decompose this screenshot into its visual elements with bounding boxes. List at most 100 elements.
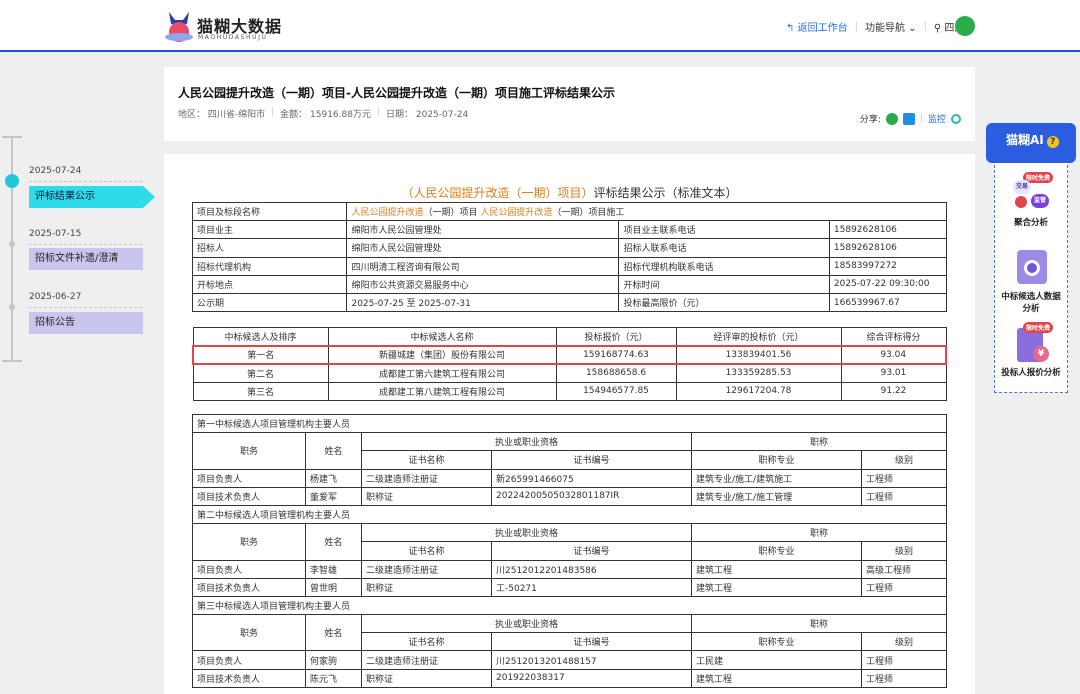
table-header-row: 中标候选人及排序 中标候选人名称 投标报价（元） 经评审的投标价（元） 综合评标… (192, 326, 947, 347)
table-cell: 201922038317 (491, 668, 692, 688)
table-row: 第二名 成都建工第六建筑工程有限公司 158688658.6 133359285… (192, 363, 947, 383)
column-header: 级别 (861, 450, 947, 470)
table-row: 项目业主 绵阳市人民公园管理处 项目业主联系电话 15892628106 (191, 220, 948, 240)
location-pin-icon: ⚲ (933, 23, 942, 34)
table-row: 第一中标候选人项目管理机构主要人员 (192, 413, 947, 434)
column-header: 职称专业 (691, 632, 862, 652)
help-icon[interactable]: ? (1046, 136, 1059, 148)
table-cell: 李智雄 (305, 559, 362, 579)
table-cell: 人民公园提升改造（一期）项目 人民公园提升改造（一期）项目施工 (346, 201, 947, 222)
column-header: 姓名 (305, 614, 362, 652)
timeline-item-result[interactable]: 评标结果公示 (29, 186, 143, 208)
ai-tile-label: 聚合分析 (1013, 218, 1048, 228)
target-analysis-icon (1011, 246, 1051, 286)
ai-tile-candidate-analysis[interactable]: 中标候选人数据分析 (998, 246, 1064, 314)
aggregate-analysis-icon: 限时免费 交易 监管 (1011, 172, 1054, 212)
table-cell: 15892628106 (828, 220, 948, 240)
table-cell: 新疆城建（集团）股份有限公司 (327, 344, 557, 365)
logo-subtitle: MAOHUDASHUJU (198, 34, 268, 41)
table-cell: 项目技术负责人 (192, 668, 306, 688)
column-header: 经评审的投标价（元） (675, 326, 842, 347)
function-nav-dropdown[interactable]: 功能导航 ⌄ (865, 19, 917, 34)
target-decoration (1024, 260, 1040, 276)
table-cell: 二级建造师注册证 (361, 650, 492, 670)
logo[interactable]: 猫糊大数据 MAOHUDASHUJU (163, 8, 283, 46)
wechat-share-icon[interactable] (885, 112, 898, 125)
table-cell: 2025-07-22 09:30:00 (828, 274, 948, 294)
table-cell: 杨建飞 (305, 468, 362, 488)
chip-trade: 交易 (1013, 180, 1031, 194)
column-header: 职称专业 (691, 541, 862, 561)
chip-regulation: 监管 (1031, 194, 1049, 208)
monitor-pin-icon[interactable] (951, 113, 961, 124)
table-cell: 成都建工第六建筑工程有限公司 (327, 363, 557, 383)
column-header: 职称 (691, 523, 947, 543)
project-meta: 地区： 四川省-绵阳市 | 金额： 15916.88万元 | 日期： 2025-… (178, 107, 468, 120)
column-header: 证书名称 (361, 450, 492, 470)
table-row: 招标人 绵阳市人民公园管理处 招标人联系电话 15892628106 (191, 238, 948, 258)
table-cell: 133839401.56 (675, 344, 842, 365)
amount-text: 金额： 15916.88万元 (280, 110, 371, 120)
table-cell: 工民建 (691, 650, 862, 670)
table-cell: 曾世明 (305, 577, 362, 597)
table-cell: 建筑工程 (691, 559, 862, 579)
timeline-item-announcement[interactable]: 招标公告 (29, 312, 143, 334)
table-row: 项目负责人 杨建飞 二级建造师注册证 新265991466075 建筑专业/施工… (192, 468, 947, 488)
table-cell: 川2512013201488157 (491, 650, 692, 670)
back-label: 返回工作台 (797, 23, 848, 34)
table-cell: 20224200505032801187IR (491, 486, 692, 506)
column-header: 中标候选人名称 (327, 326, 557, 347)
table-cell: 第一名 (192, 344, 329, 365)
table-cell: 15892628106 (828, 238, 948, 258)
table-cell: 93.01 (840, 363, 947, 383)
table-row: 公示期 2025-07-25 至 2025-07-31 投标最高限价（元） 16… (191, 292, 948, 313)
yen-icon: ¥ (1033, 346, 1049, 362)
table-row: 招标代理机构 四川明清工程咨询有限公司 招标代理机构联系电话 185839972… (191, 256, 948, 276)
table-cell: 工-50271 (491, 577, 692, 597)
table-cell: 工程师 (861, 577, 947, 597)
pc-share-icon[interactable] (902, 112, 915, 125)
back-workspace-link[interactable]: ↰ 返回工作台 (786, 19, 848, 34)
table-cell: 职称证 (361, 668, 492, 688)
table-cell: 开标时间 (618, 274, 830, 294)
function-nav-label: 功能导航 (864, 23, 905, 34)
table-cell: 工程师 (861, 486, 947, 506)
column-header: 职称 (691, 614, 947, 634)
table-header-row: 职务 姓名 执业或职业资格 职称 (192, 523, 947, 561)
ai-panel-header[interactable]: 猫糊AI? (986, 123, 1076, 163)
table-row: 第三中标候选人项目管理机构主要人员 (192, 595, 947, 616)
column-header: 级别 (861, 541, 947, 561)
share-bar: 分享: | 监控 (860, 112, 961, 125)
table-row: 开标地点 绵阳市公共资源交易服务中心 开标时间 2025-07-22 09:30… (191, 274, 948, 294)
date-text: 日期： 2025-07-24 (386, 110, 469, 120)
column-header: 姓名 (305, 432, 362, 470)
ai-title: 猫糊AI (1006, 133, 1044, 147)
table-cell: 高级工程师 (861, 559, 947, 579)
table-header-row: 职务 姓名 执业或职业资格 职称 (192, 432, 947, 470)
region-text: 地区： 四川省-绵阳市 (178, 110, 266, 120)
ai-tile-bid-price[interactable]: ¥ 限时免费 投标人报价分析 (998, 322, 1064, 378)
free-badge: 限时免费 (1023, 322, 1054, 333)
table-cell: 项目及标段名称 (191, 201, 348, 222)
table-cell: 招标代理机构 (191, 256, 348, 276)
folder-icon[interactable] (955, 16, 975, 36)
table-cell: 项目技术负责人 (192, 577, 306, 597)
timeline-dash (29, 181, 142, 182)
column-header: 姓名 (305, 523, 362, 561)
table-row: 项目技术负责人 董爱军 职称证 20224200505032801187IR 建… (192, 486, 947, 506)
table-cell: 2025-07-25 至 2025-07-31 (346, 292, 620, 313)
monitor-link[interactable]: 监控 (928, 112, 946, 125)
divider: | (923, 21, 927, 32)
timeline-dash (29, 244, 142, 245)
ai-tile-aggregate[interactable]: 限时免费 交易 监管 聚合分析 (998, 172, 1064, 228)
table-cell: 建筑工程 (691, 577, 862, 597)
table-cell: 项目负责人 (192, 468, 306, 488)
table-header-row: 职务 姓名 执业或职业资格 职称 (192, 614, 947, 652)
section-name-b: （一期）项目 (423, 208, 478, 219)
timeline-item-addendum[interactable]: 招标文件补遗/澄清 (29, 248, 143, 270)
timeline-dot (9, 304, 15, 310)
table-cell: 职称证 (361, 486, 492, 506)
column-header: 职称 (691, 432, 947, 452)
table-cell: 二级建造师注册证 (361, 559, 492, 579)
table-cell: 二级建造师注册证 (361, 468, 492, 488)
